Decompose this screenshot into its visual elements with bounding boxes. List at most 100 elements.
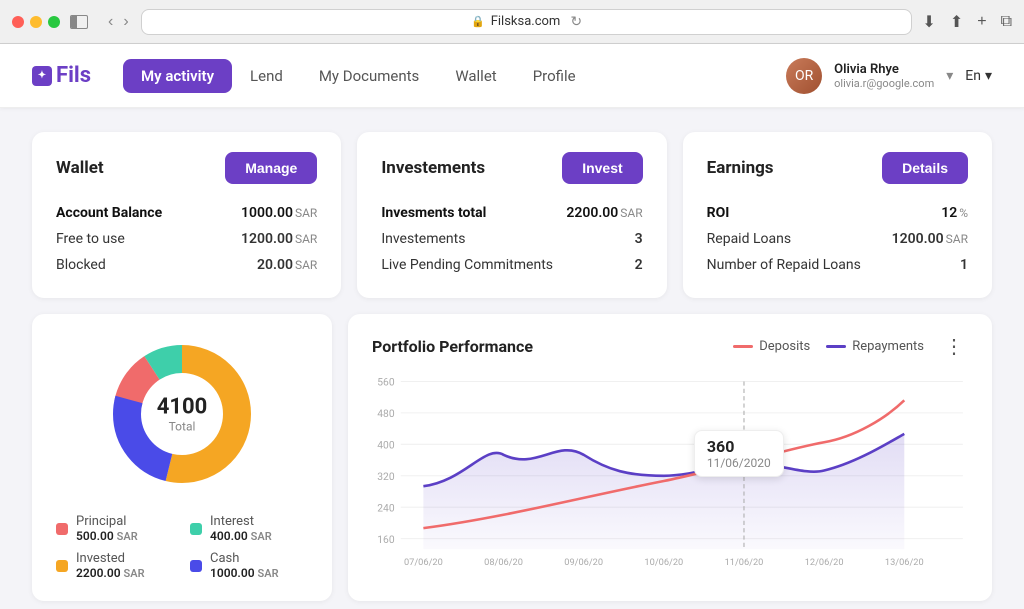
legend-invested: Invested 2200.00 SAR [56,551,174,580]
deposits-line-color [733,345,753,348]
maximize-button[interactable] [48,16,60,28]
legend-cash: Cash 1000.00 SAR [190,551,308,580]
investments-card: Investements Invest Invesments total 220… [357,132,666,298]
investments-row-2-value: 2 [635,257,643,273]
earnings-row-1-value: 1200.00SAR [892,231,968,247]
header: ✦ Fils My activity Lend My Documents Wal… [0,44,1024,108]
earnings-card: Earnings Details ROI 12% Repaid Loans 12… [683,132,992,298]
back-button[interactable]: ‹ [106,13,115,31]
wallet-card: Wallet Manage Account Balance 1000.00SAR… [32,132,341,298]
url-text: Filsksa.com [491,14,561,29]
chart-header: Portfolio Performance Deposits Repayment… [372,334,968,359]
legend-label-interest: Interest [210,514,272,529]
repayments-label: Repayments [852,339,924,354]
address-bar[interactable]: 🔒 Filsksa.com ↻ [141,9,913,35]
traffic-lights [12,16,60,28]
investments-row-0-value: 2200.00SAR [566,205,642,221]
legend-value-principal: 500.00 SAR [76,529,138,543]
svg-text:480: 480 [377,407,394,420]
svg-text:320: 320 [377,470,394,483]
language-selector[interactable]: En ▾ [965,68,992,84]
donut-total: 4100 [157,395,208,420]
earnings-row-0-value: 12% [941,205,968,221]
legend-principal: Principal 500.00 SAR [56,514,174,543]
repayments-line-color [826,345,846,348]
svg-text:11/06/20: 11/06/20 [725,557,764,568]
investments-row-2: Live Pending Commitments 2 [381,252,642,278]
download-icon[interactable]: ⬇ [922,12,935,32]
donut-legend: Principal 500.00 SAR Interest 400.00 SAR [56,514,308,580]
browser-actions: ⬇ ⬆ + ⧉ [922,12,1012,32]
legend-label-cash: Cash [210,551,279,566]
investments-row-0-label: Invesments total [381,205,486,221]
nav-links: My activity Lend My Documents Wallet Pro… [123,59,786,93]
wallet-row-2-label: Blocked [56,257,106,273]
bottom-row: 4100 Total Principal 500.00 SAR [32,314,992,601]
svg-text:12/06/20: 12/06/20 [805,557,844,568]
nav-profile[interactable]: Profile [515,59,594,93]
details-button[interactable]: Details [882,152,968,184]
manage-button[interactable]: Manage [225,152,317,184]
earnings-row-2: Number of Repaid Loans 1 [707,252,968,278]
legend-dot-cash [190,560,202,572]
tabs-icon[interactable]: ⧉ [1001,13,1012,31]
legend-dot-principal [56,523,68,535]
forward-button[interactable]: › [121,13,130,31]
cards-row: Wallet Manage Account Balance 1000.00SAR… [32,132,992,298]
nav-my-documents[interactable]: My Documents [301,59,437,93]
svg-text:07/06/20: 07/06/20 [404,557,443,568]
earnings-row-1-label: Repaid Loans [707,231,791,247]
portfolio-chart-svg: 560 480 400 320 240 160 [372,371,968,581]
user-email: olivia.r@google.com [834,77,934,90]
investments-card-header: Investements Invest [381,152,642,184]
app-container: ✦ Fils My activity Lend My Documents Wal… [0,44,1024,609]
nav-my-activity[interactable]: My activity [123,59,232,93]
logo-text: Fils [56,63,91,88]
svg-text:08/06/20: 08/06/20 [484,557,523,568]
wallet-row-1: Free to use 1200.00SAR [56,226,317,252]
nav-wallet[interactable]: Wallet [437,59,514,93]
investments-row-2-label: Live Pending Commitments [381,257,553,273]
wallet-row-0-label: Account Balance [56,205,162,221]
legend-interest: Interest 400.00 SAR [190,514,308,543]
browser-chrome: ‹ › 🔒 Filsksa.com ↻ ⬇ ⬆ + ⧉ [0,0,1024,44]
svg-text:240: 240 [377,501,394,514]
close-button[interactable] [12,16,24,28]
invest-button[interactable]: Invest [562,152,642,184]
sidebar-toggle-icon[interactable] [70,15,88,29]
lock-icon: 🔒 [471,15,485,28]
donut-chart: 4100 Total [102,334,262,494]
user-info: Olivia Rhye olivia.r@google.com [834,62,934,90]
earnings-row-2-value: 1 [960,257,968,273]
deposits-label: Deposits [759,339,810,354]
donut-card: 4100 Total Principal 500.00 SAR [32,314,332,601]
new-tab-icon[interactable]: + [977,13,986,31]
investments-row-0: Invesments total 2200.00SAR [381,200,642,226]
nav-lend[interactable]: Lend [232,59,301,93]
legend-value-cash: 1000.00 SAR [210,566,279,580]
earnings-row-1: Repaid Loans 1200.00SAR [707,226,968,252]
minimize-button[interactable] [30,16,42,28]
refresh-icon[interactable]: ↻ [570,14,582,30]
chart-more-button[interactable]: ⋮ [940,334,968,359]
chart-dot [739,458,749,468]
lang-chevron-icon: ▾ [985,68,992,84]
donut-total-label: Total [157,420,208,434]
chart-title: Portfolio Performance [372,337,717,356]
investments-row-1-value: 3 [635,231,643,247]
legend-label-principal: Principal [76,514,138,529]
header-right: OR Olivia Rhye olivia.r@google.com ▾ En … [786,58,992,94]
share-icon[interactable]: ⬆ [950,12,963,32]
chart-area: 560 480 400 320 240 160 [372,371,968,581]
repayments-fill [423,434,904,549]
logo[interactable]: ✦ Fils [32,63,91,88]
svg-text:09/06/20: 09/06/20 [564,557,603,568]
wallet-card-header: Wallet Manage [56,152,317,184]
legend-value-interest: 400.00 SAR [210,529,272,543]
earnings-row-0: ROI 12% [707,200,968,226]
avatar: OR [786,58,822,94]
user-chevron-icon[interactable]: ▾ [946,68,953,84]
chart-card: Portfolio Performance Deposits Repayment… [348,314,992,601]
svg-text:160: 160 [377,533,394,546]
chart-legend-repayments: Repayments [826,339,924,354]
